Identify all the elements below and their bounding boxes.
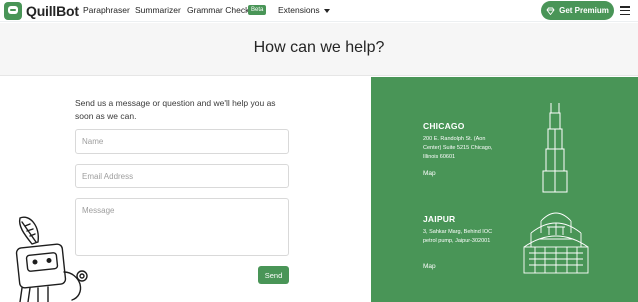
get-premium-label: Get Premium bbox=[559, 6, 609, 15]
skyscraper-icon bbox=[542, 103, 568, 193]
nav-summarizer[interactable]: Summarizer bbox=[135, 5, 181, 15]
map-link-jaipur[interactable]: Map bbox=[423, 263, 436, 270]
robot-mascot-icon bbox=[15, 216, 88, 302]
hawa-mahal-icon bbox=[523, 212, 589, 274]
office-city-jaipur: JAIPUR bbox=[423, 214, 456, 224]
office-address-chicago: 200 E. Randolph St. (Aon Center) Suite 5… bbox=[423, 136, 493, 160]
nav-grammar-checker[interactable]: Grammar Checker bbox=[187, 5, 257, 15]
office-locations-panel: CHICAGO 200 E. Randolph St. (Aon Center)… bbox=[371, 77, 638, 302]
map-link-chicago[interactable]: Map bbox=[423, 170, 436, 177]
name-field[interactable] bbox=[75, 129, 289, 154]
office-city-chicago: CHICAGO bbox=[423, 121, 465, 131]
chevron-down-icon bbox=[323, 8, 330, 13]
top-navbar: QuillBot Paraphraser Summarizer Grammar … bbox=[0, 0, 638, 22]
get-premium-button[interactable]: Get Premium bbox=[541, 1, 614, 20]
page-title: How can we help? bbox=[253, 39, 385, 56]
quillbot-logo[interactable]: QuillBot bbox=[4, 2, 79, 20]
send-button[interactable]: Send bbox=[258, 266, 289, 284]
message-field[interactable] bbox=[75, 198, 289, 256]
beta-badge: Beta bbox=[248, 5, 267, 15]
nav-extensions-label: Extensions bbox=[278, 5, 320, 15]
email-field[interactable] bbox=[75, 164, 289, 188]
quillbot-logo-icon bbox=[4, 2, 22, 20]
office-address-jaipur: 3, Sahkar Marg, Behind IOC petrol pump, … bbox=[423, 229, 493, 244]
contact-intro-text: Send us a message or question and we'll … bbox=[75, 98, 276, 121]
hero-banner: How can we help? bbox=[0, 23, 638, 76]
brand-name: QuillBot bbox=[26, 3, 79, 19]
diamond-icon bbox=[546, 7, 555, 15]
nav-paraphraser[interactable]: Paraphraser bbox=[83, 5, 130, 15]
hamburger-icon[interactable] bbox=[620, 6, 630, 15]
nav-extensions[interactable]: Extensions bbox=[278, 5, 330, 15]
